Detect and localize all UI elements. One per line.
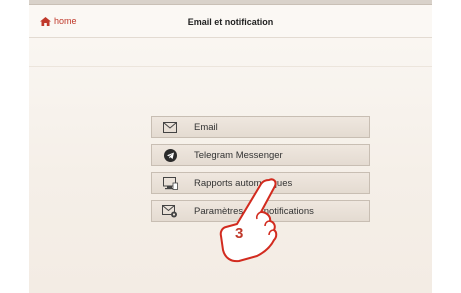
page-title: Email et notification xyxy=(187,17,274,27)
telegram-button[interactable]: Telegram Messenger xyxy=(151,144,370,166)
envelope-gear-icon xyxy=(162,204,178,218)
envelope-icon xyxy=(162,120,178,134)
monitor-report-icon xyxy=(162,176,178,190)
app-frame: home Email et notification Email Telegra… xyxy=(29,0,432,293)
telegram-label: Telegram Messenger xyxy=(194,149,283,161)
email-button[interactable]: Email xyxy=(151,116,370,138)
pointer-hand-annotation: 3 xyxy=(217,178,287,268)
email-label: Email xyxy=(194,121,218,133)
step-number: 3 xyxy=(235,225,243,242)
telegram-icon xyxy=(162,148,178,162)
header-divider xyxy=(29,66,432,67)
header-bar: home Email et notification xyxy=(29,5,432,38)
